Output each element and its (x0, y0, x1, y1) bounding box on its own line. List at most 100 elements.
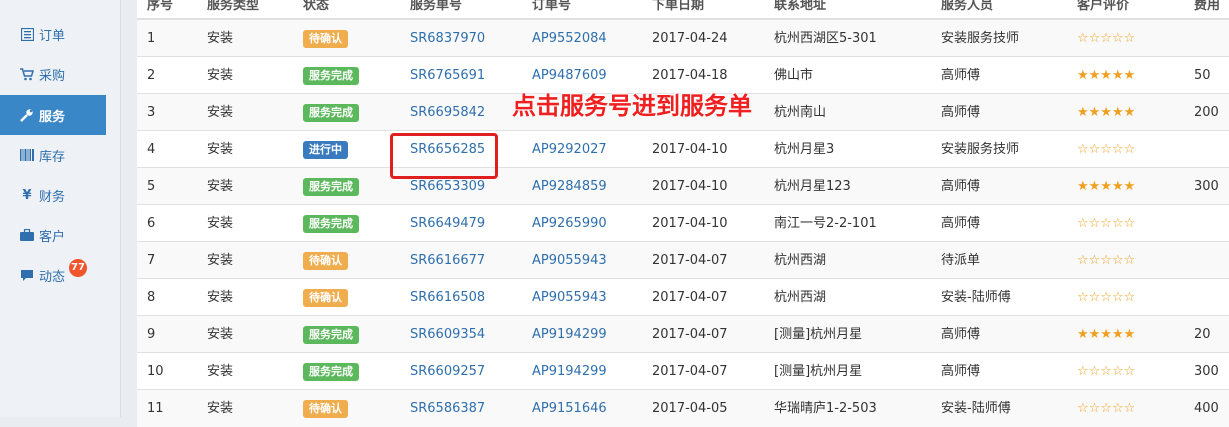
status-badge: 服务完成 (303, 66, 359, 85)
status-badge: 服务完成 (303, 177, 359, 196)
cell-order-no[interactable]: AP9055943 (532, 279, 607, 316)
table-row[interactable]: 4 安装 进行中 SR6656285 AP9292027 2017-04-10 杭州月星3 安… (137, 130, 1229, 168)
cell-order-no[interactable]: AP9265990 (532, 205, 607, 242)
cell-type: 安装 (207, 327, 234, 342)
sidebar-item-orders[interactable]: 订单 (0, 14, 106, 54)
sidebar-item-purchase[interactable]: 采购 (0, 54, 106, 94)
table-header: 序号 服务类型 状态 服务单号 订单号 下单日期 联系地址 服务人员 客户评价 … (137, 0, 1229, 19)
cell-service-no[interactable]: SR6695842 (410, 94, 485, 131)
header-order-no[interactable]: 订单号 (532, 0, 571, 13)
header-rating[interactable]: 客户评价 (1077, 0, 1129, 13)
status-badge: 服务完成 (303, 214, 359, 233)
cell-date: 2017-04-07 (652, 290, 728, 305)
cell-date: 2017-04-10 (652, 142, 728, 157)
sidebar-item-inventory[interactable]: 库存 (0, 135, 106, 175)
cell-order-no[interactable]: AP9194299 (532, 316, 607, 353)
sidebar-item-label: 采购 (39, 68, 66, 84)
cell-date: 2017-04-05 (652, 401, 728, 416)
cell-address: 杭州南山 (774, 105, 827, 120)
table-row[interactable]: 5 安装 服务完成 SR6653309 AP9284859 2017-04-10 杭州月星1… (137, 167, 1229, 205)
cell-type: 安装 (207, 401, 234, 416)
cell-rating: ☆☆☆☆☆ (1077, 216, 1136, 231)
cell-service-no[interactable]: SR6837970 (410, 20, 485, 57)
sidebar-item-label: 库存 (39, 149, 66, 165)
sidebar-item-finance[interactable]: ¥ 财务 (0, 175, 106, 215)
status-badge: 服务完成 (303, 325, 359, 344)
cell-order-no[interactable]: AP9055943 (532, 242, 607, 279)
annotation-text: 点击服务号进到服务单 (512, 92, 752, 120)
cell-status: 待确认 (303, 20, 348, 57)
cell-address: 南江一号2-2-101 (774, 216, 877, 231)
sidebar-item-activity[interactable]: 动态 77 (0, 255, 106, 295)
cell-date: 2017-04-07 (652, 327, 728, 342)
cell-service-no[interactable]: SR6616677 (410, 242, 485, 279)
cell-date: 2017-04-07 (652, 253, 728, 268)
cell-address: 华瑞晴庐1-2-503 (774, 401, 877, 416)
cell-address: [测量]杭州月星 (774, 364, 863, 379)
sidebar-item-label: 订单 (39, 28, 66, 44)
status-badge: 待确认 (303, 399, 348, 418)
cell-type: 安装 (207, 105, 234, 120)
cell-type: 安装 (207, 68, 234, 83)
cell-service-no[interactable]: SR6609257 (410, 353, 485, 390)
cell-staff: 高师傅 (941, 179, 981, 194)
cell-status: 服务完成 (303, 205, 359, 242)
cell-staff: 待派单 (941, 253, 981, 268)
header-staff[interactable]: 服务人员 (941, 0, 993, 13)
cell-status: 服务完成 (303, 57, 359, 94)
header-date[interactable]: 下单日期 (652, 0, 704, 13)
table-row[interactable]: 10 安装 服务完成 SR6609257 AP9194299 2017-04-07 [测量]… (137, 352, 1229, 390)
header-type[interactable]: 服务类型 (207, 0, 259, 13)
cell-address: 杭州西湖 (774, 253, 827, 268)
cell-order-no[interactable]: AP9194299 (532, 353, 607, 390)
cell-service-no[interactable]: SR6616508 (410, 279, 485, 316)
cell-service-no[interactable]: SR6586387 (410, 390, 485, 427)
cell-address: 佛山市 (774, 68, 814, 83)
cell-status: 服务完成 (303, 94, 359, 131)
cell-no: 11 (147, 401, 164, 416)
table-row[interactable]: 9 安装 服务完成 SR6609354 AP9194299 2017-04-07 [测量]杭… (137, 315, 1229, 353)
cell-fee: 300 (1194, 364, 1219, 379)
sidebar-item-customers[interactable]: 客户 (0, 215, 106, 255)
cell-staff: 安装服务技师 (941, 31, 1020, 46)
cell-fee: 20 (1194, 327, 1211, 342)
cell-order-no[interactable]: AP9292027 (532, 131, 607, 168)
cell-no: 7 (147, 253, 156, 268)
annotation-highlight-box (390, 133, 498, 179)
header-no[interactable]: 序号 (147, 0, 173, 13)
cell-service-no[interactable]: SR6649479 (410, 205, 485, 242)
cell-no: 1 (147, 31, 156, 46)
sidebar-item-service[interactable]: 服务 (0, 95, 106, 135)
cell-service-no[interactable]: SR6609354 (410, 316, 485, 353)
service-table: 序号 服务类型 状态 服务单号 订单号 下单日期 联系地址 服务人员 客户评价 … (137, 0, 1229, 427)
cell-order-no[interactable]: AP9552084 (532, 20, 607, 57)
cell-order-no[interactable]: AP9151646 (532, 390, 607, 427)
cell-date: 2017-04-10 (652, 216, 728, 231)
table-row[interactable]: 1 安装 待确认 SR6837970 AP9552084 2017-04-24 杭州西湖区5… (137, 19, 1229, 57)
cell-date: 2017-04-24 (652, 31, 728, 46)
header-status[interactable]: 状态 (303, 0, 329, 13)
table-row[interactable]: 11 安装 待确认 SR6586387 AP9151646 2017-04-05 华瑞晴庐1… (137, 389, 1229, 427)
cell-status: 待确认 (303, 390, 348, 427)
header-service-no[interactable]: 服务单号 (410, 0, 462, 13)
cell-no: 10 (147, 364, 164, 379)
cell-type: 安装 (207, 364, 234, 379)
cell-order-no[interactable]: AP9284859 (532, 168, 607, 205)
cell-service-no[interactable]: SR6765691 (410, 57, 485, 94)
cell-status: 服务完成 (303, 168, 359, 205)
cell-type: 安装 (207, 179, 234, 194)
header-fee[interactable]: 费用 (1194, 0, 1220, 13)
cell-date: 2017-04-10 (652, 179, 728, 194)
table-row[interactable]: 8 安装 待确认 SR6616508 AP9055943 2017-04-07 杭州西湖 安装… (137, 278, 1229, 316)
cell-address: 杭州月星3 (774, 142, 835, 157)
cell-status: 进行中 (303, 131, 348, 168)
cell-address: 杭州月星123 (774, 179, 851, 194)
sidebar-item-label: 客户 (39, 229, 66, 245)
table-row[interactable]: 6 安装 服务完成 SR6649479 AP9265990 2017-04-10 南江一号2… (137, 204, 1229, 242)
cell-no: 2 (147, 68, 156, 83)
cell-rating: ☆☆☆☆☆ (1077, 290, 1136, 305)
header-address[interactable]: 联系地址 (774, 0, 826, 13)
cell-type: 安装 (207, 142, 234, 157)
cell-rating: ☆☆☆☆☆ (1077, 31, 1136, 46)
table-row[interactable]: 7 安装 待确认 SR6616677 AP9055943 2017-04-07 杭州西湖 待派… (137, 241, 1229, 279)
